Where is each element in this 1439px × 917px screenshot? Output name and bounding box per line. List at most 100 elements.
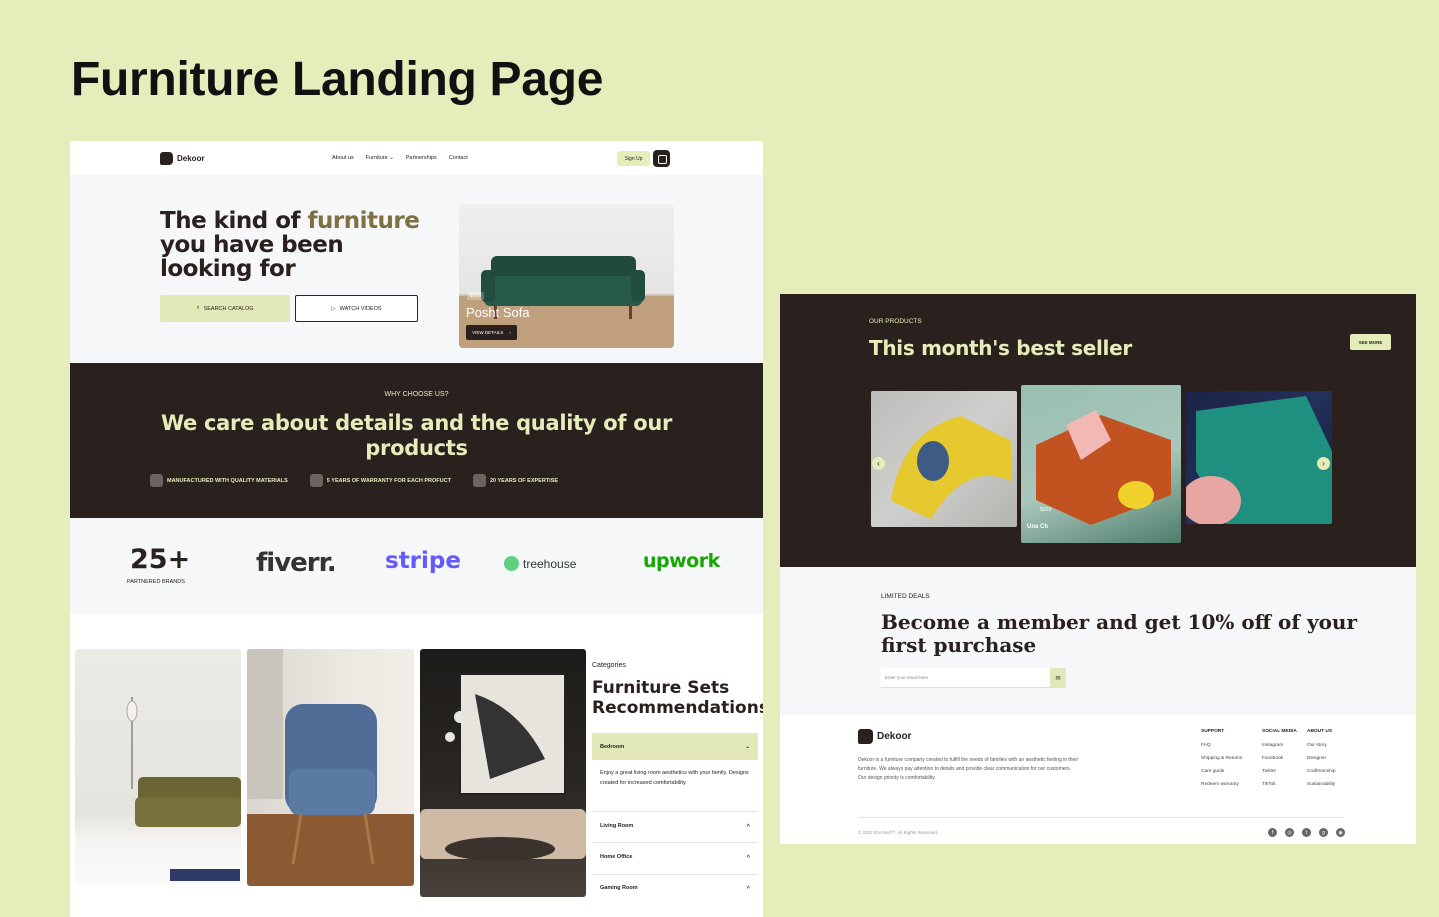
footer-link[interactable]: Twitter xyxy=(1262,769,1297,774)
footer-link[interactable]: Redeem warranty xyxy=(1201,782,1242,787)
watch-videos-button[interactable]: ▷ WATCH VIDEOS xyxy=(295,295,418,322)
best-seller-section: OUR PRODUCTS This month's best seller SE… xyxy=(780,294,1416,567)
hero-title-part1: The kind of xyxy=(160,208,308,234)
olive-sofa-image xyxy=(126,697,241,881)
logo-icon xyxy=(160,152,173,165)
hero-product-card[interactable]: $329 Posht Sofa VIEW DETAILS › xyxy=(459,204,674,348)
copyright: © 2022 Erin Bell™. All Rights Reserved. xyxy=(858,830,939,835)
nav-link-partnerships[interactable]: Partnerships xyxy=(406,155,437,161)
logo-icon xyxy=(858,729,873,744)
teal-sofa-image xyxy=(1186,396,1332,524)
signup-button[interactable]: Sign Up xyxy=(617,151,650,166)
hero-section: The kind of furniture you have been look… xyxy=(70,175,763,363)
footer-logo-text: Dekoor xyxy=(877,731,912,742)
footer-link[interactable]: Our story xyxy=(1307,743,1336,748)
instagram-icon[interactable]: ◎ xyxy=(1285,828,1294,837)
carousel-prev-button[interactable]: ‹ xyxy=(872,457,885,470)
featured-product-name: Una Ch xyxy=(1027,524,1048,530)
treehouse-icon xyxy=(504,556,519,571)
upwork-logo: upwork xyxy=(643,550,720,572)
accordion-living-room[interactable]: Living Room ˄ xyxy=(592,812,758,839)
see-more-button[interactable]: SEE MORE xyxy=(1350,334,1391,350)
partner-count-label: PARTNERED BRANDS xyxy=(127,579,185,585)
treehouse-logo: treehouse xyxy=(504,556,576,571)
nav-link-about[interactable]: About us xyxy=(332,155,354,161)
best-seller-eyebrow: OUR PRODUCTS xyxy=(869,318,922,325)
categories-title: Furniture Sets Recommendations xyxy=(592,678,763,718)
chevron-down-icon: ⌄ xyxy=(745,743,750,750)
feature-label: MANUFACTURED WITH QUALITY MATERIALS xyxy=(167,477,288,484)
feature-label: 20 YEARS OF EXPERTISE xyxy=(489,477,559,484)
hero-title-part2: you have been looking for xyxy=(160,232,344,282)
nav-logo[interactable]: Dekoor xyxy=(160,152,205,165)
footer-link[interactable]: Shipping & Returns xyxy=(1201,756,1242,761)
email-submit-button[interactable]: ✉ xyxy=(1050,668,1066,688)
footer-column-social: SOCIAL MEDIA Instagram Facebook Twitter … xyxy=(1262,729,1297,795)
accordion-bedroom[interactable]: Bedroom ⌄ xyxy=(592,733,758,760)
footer-link[interactable]: Sustainability xyxy=(1307,782,1336,787)
why-choose-us-section: WHY CHOOSE US? We care about details and… xyxy=(70,363,763,518)
footer-link[interactable]: Designer xyxy=(1307,756,1336,761)
category-photo-lounge[interactable] xyxy=(420,649,586,897)
why-eyebrow: WHY CHOOSE US? xyxy=(384,391,449,398)
deals-eyebrow: LIMITED DEALS xyxy=(881,593,930,600)
search-catalog-label: SEARCH CATALOG xyxy=(203,305,254,312)
partner-brands-section: 25+ PARTNERED BRANDS fiverr. stripe tree… xyxy=(70,518,763,614)
footer-link[interactable]: Care guide xyxy=(1201,769,1242,774)
nav-link-furniture[interactable]: Furniture ⌄ xyxy=(366,155,394,161)
nav-links: About us Furniture ⌄ Partnerships Contac… xyxy=(332,155,468,161)
category-photo-bedroom[interactable] xyxy=(247,649,414,886)
mail-icon: ✉ xyxy=(1055,675,1061,682)
carousel-next-button[interactable]: › xyxy=(1317,457,1330,470)
accordion-label: Living Room xyxy=(600,822,634,829)
features-list: MANUFACTURED WITH QUALITY MATERIALS 5 YE… xyxy=(150,474,558,487)
product-price: $329 xyxy=(467,292,485,300)
footer-column-heading: ABOUT US xyxy=(1307,729,1333,734)
logo-text: Dekoor xyxy=(177,154,205,163)
product-card-orange-sofa[interactable] xyxy=(1021,385,1181,543)
product-card-yellow-sofa[interactable] xyxy=(871,391,1017,527)
footer-column-about: ABOUT US Our story Designer Craftmanship… xyxy=(1307,729,1336,795)
partner-count: 25+ xyxy=(130,544,191,575)
stripe-logo: stripe xyxy=(385,548,461,574)
nav-link-furniture-label: Furniture xyxy=(365,155,388,161)
footer-link[interactable]: Facebook xyxy=(1262,756,1297,761)
chevron-right-icon: › xyxy=(509,330,511,335)
hero-title: The kind of furniture you have been look… xyxy=(160,209,440,281)
footer-link[interactable]: Instagram xyxy=(1262,743,1297,748)
category-photo-living[interactable] xyxy=(75,649,241,884)
search-icon: ⌕ xyxy=(196,305,200,311)
why-title: We care about details and the quality of… xyxy=(160,411,673,460)
chevron-left-icon: ‹ xyxy=(877,459,880,468)
chevron-right-icon: › xyxy=(1322,459,1325,468)
footer: Dekoor Dekoor is a furniture company cre… xyxy=(780,715,1416,844)
twitter-icon[interactable]: t xyxy=(1302,828,1311,837)
github-icon[interactable]: g xyxy=(1319,828,1328,837)
navbar: Dekoor About us Furniture ⌄ Partnerships… xyxy=(70,141,763,175)
footer-link[interactable]: Craftmanship xyxy=(1307,769,1336,774)
view-details-button[interactable]: VIEW DETAILS › xyxy=(466,325,517,340)
email-input[interactable]: Enter your email here xyxy=(881,668,1050,688)
footer-logo[interactable]: Dekoor xyxy=(858,729,911,744)
chevron-up-icon: ˄ xyxy=(746,853,750,860)
blue-armchair-image xyxy=(247,649,414,886)
nav-link-contact[interactable]: Contact xyxy=(449,155,468,161)
shopping-bag-icon[interactable] xyxy=(653,150,670,167)
accordion-home-office[interactable]: Home Office ˄ xyxy=(592,843,758,870)
watch-videos-label: WATCH VIDEOS xyxy=(339,305,382,312)
dribbble-icon[interactable]: ◉ xyxy=(1336,828,1345,837)
yellow-sofa-image xyxy=(891,416,1011,519)
footer-column-heading: SUPPORT xyxy=(1201,729,1225,734)
footer-link[interactable]: FAQ xyxy=(1201,743,1242,748)
view-details-label: VIEW DETAILS xyxy=(472,330,504,335)
modern-lounge-image xyxy=(420,673,586,861)
product-card-teal-sofa[interactable] xyxy=(1186,391,1332,524)
best-seller-title: This month's best seller xyxy=(869,336,1132,360)
footer-link[interactable]: TikTok xyxy=(1262,782,1297,787)
footer-divider xyxy=(858,817,1344,818)
facebook-icon[interactable]: f xyxy=(1268,828,1277,837)
search-catalog-button[interactable]: ⌕ SEARCH CATALOG xyxy=(160,295,290,322)
warranty-icon xyxy=(309,474,323,487)
quality-icon xyxy=(150,474,163,487)
accordion-gaming-room[interactable]: Gaming Room ˄ xyxy=(592,874,758,901)
